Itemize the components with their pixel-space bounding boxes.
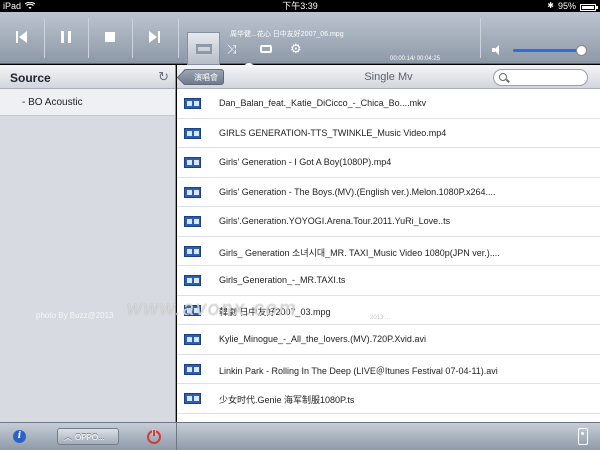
pause-icon [61, 31, 71, 43]
volume-icon [492, 45, 502, 55]
file-row[interactable]: 少女时代.Genie 海军制服1080P.ts [177, 384, 600, 414]
sidebar-header: Source ↻ [0, 65, 175, 89]
file-name: Linkin Park - Rolling In The Deep (LIVE＠… [219, 365, 498, 376]
repeat-icon[interactable] [260, 45, 272, 53]
file-name: Dan_Balan_feat._Katie_DiCicco_-_Chica_Bo… [219, 98, 427, 108]
video-file-icon [184, 363, 201, 375]
file-name: 韓劇 日中友好2007_03.mpg [219, 306, 331, 317]
stop-button[interactable] [92, 20, 128, 54]
file-row[interactable]: Girls_Generation_-_MR.TAXI.ts [177, 266, 600, 296]
toolbar-divider [480, 18, 481, 58]
chevron-up-icon: ︿ [64, 433, 72, 442]
video-file-icon [184, 393, 201, 404]
file-row[interactable]: Girls' Generation - The Boys.(MV).(Engli… [177, 178, 600, 207]
video-file-icon [184, 334, 201, 345]
file-name: Kylie_Minogue_-_All_the_lovers.(MV).720P… [219, 334, 426, 344]
next-icon [148, 31, 160, 43]
battery-icon [580, 3, 598, 11]
file-name: Girls' Generation - The Boys.(MV).(Engli… [219, 186, 496, 197]
pause-button[interactable] [48, 20, 84, 54]
player-toolbar: 周华健...花心 日中友好2007_06.mpg ⤨ ⚙ 00:00:14/ 0… [0, 12, 600, 72]
device-label: OPPO... [75, 433, 105, 442]
source-sidebar: Source ↻ - BO Acoustic [0, 65, 176, 422]
now-playing-artwork[interactable] [187, 32, 220, 65]
info-icon[interactable]: i [13, 430, 26, 443]
file-row[interactable]: Linkin Park - Rolling In The Deep (LIVE＠… [177, 355, 600, 384]
toolbar-divider [44, 18, 45, 58]
video-file-icon [184, 157, 201, 168]
file-name: Girls_ Generation 소녀시대_MR. TAXI_Music Vi… [219, 247, 500, 258]
video-file-icon [184, 304, 201, 316]
battery-percent: 95% [557, 1, 576, 11]
previous-icon [16, 31, 28, 43]
shuffle-icon[interactable]: ⤨ [227, 43, 237, 55]
next-button[interactable] [136, 20, 172, 54]
video-file-icon [184, 275, 201, 286]
volume-slider[interactable] [513, 45, 588, 56]
playback-time: 00:00:14/ 00:04:25 [390, 56, 441, 62]
video-file-icon [184, 216, 201, 227]
status-bar: iPad 下午3:39 ✱ 95% [0, 0, 600, 12]
film-icon [195, 43, 212, 54]
file-row[interactable]: 韓劇 日中友好2007_03.mpg [177, 296, 600, 325]
bluetooth-icon: ✱ [547, 1, 554, 10]
volume-knob[interactable] [576, 45, 588, 56]
browser-header: 演唱會 Single Mv [177, 65, 600, 89]
search-input[interactable] [510, 71, 584, 84]
power-icon[interactable] [147, 429, 161, 444]
refresh-icon[interactable]: ↻ [158, 70, 169, 83]
video-file-icon [184, 186, 201, 198]
file-name: Girls'.Generation.YOYOGI.Arena.Tour.2011… [219, 216, 451, 226]
video-file-icon [184, 245, 201, 257]
file-name: 少女时代.Genie 海军制服1080P.ts [219, 395, 355, 405]
search-field[interactable] [493, 69, 588, 86]
bottom-divider [176, 423, 177, 450]
file-browser: 演唱會 Single Mv Dan_Balan_feat._Katie_DiCi… [177, 65, 600, 422]
file-row[interactable]: Girls' Generation - I Got A Boy(1080P).m… [177, 148, 600, 178]
stop-icon [105, 32, 115, 42]
file-row[interactable]: Girls_ Generation 소녀시대_MR. TAXI_Music Vi… [177, 237, 600, 266]
file-row[interactable]: GIRLS GENERATION-TTS_TWINKLE_Music Video… [177, 119, 600, 148]
file-name: GIRLS GENERATION-TTS_TWINKLE_Music Video… [219, 127, 447, 138]
gear-icon[interactable]: ⚙ [290, 42, 302, 55]
remote-icon[interactable] [578, 428, 588, 445]
file-list: Dan_Balan_feat._Katie_DiCicco_-_Chica_Bo… [177, 89, 600, 422]
search-icon [499, 73, 507, 81]
now-playing-title: 周华健...花心 日中友好2007_06.mpg [230, 31, 344, 38]
sidebar-title: Source [10, 71, 51, 85]
bottom-toolbar: i ︿ OPPO... [0, 422, 600, 450]
file-name: Girls' Generation - I Got A Boy(1080P).m… [219, 157, 392, 167]
sidebar-item-bo-acoustic[interactable]: - BO Acoustic [0, 89, 175, 116]
file-row[interactable]: SPICA - Painkiller(AAC.Melon.1080P).mp4 [177, 414, 600, 423]
toolbar-divider [88, 18, 89, 58]
previous-button[interactable] [4, 20, 40, 54]
video-file-icon [184, 98, 201, 109]
device-select-button[interactable]: ︿ OPPO... [57, 428, 119, 445]
video-file-icon [184, 127, 201, 139]
file-row[interactable]: Dan_Balan_feat._Katie_DiCicco_-_Chica_Bo… [177, 89, 600, 119]
toolbar-divider [132, 18, 133, 58]
toolbar-divider [178, 18, 179, 58]
file-name: Girls_Generation_-_MR.TAXI.ts [219, 275, 346, 285]
file-row[interactable]: Kylie_Minogue_-_All_the_lovers.(MV).720P… [177, 325, 600, 355]
file-row[interactable]: Girls'.Generation.YOYOGI.Arena.Tour.2011… [177, 207, 600, 237]
status-time: 下午3:39 [282, 1, 318, 11]
